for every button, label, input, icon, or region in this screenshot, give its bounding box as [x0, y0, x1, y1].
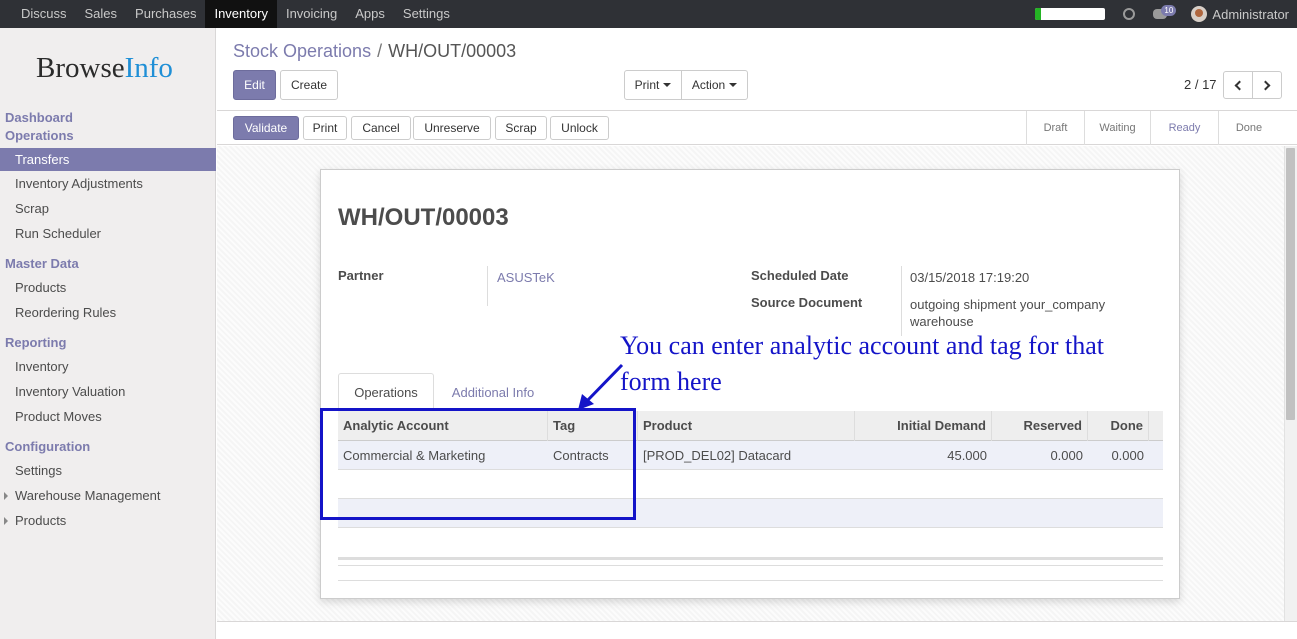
annotation-text: You can enter analytic account and tag f… [620, 328, 1160, 400]
sidebar-head-operations[interactable]: Operations [5, 127, 74, 145]
pager-previous-button[interactable] [1223, 71, 1253, 99]
sidebar-head-master-data[interactable]: Master Data [5, 255, 79, 273]
edit-button[interactable]: Edit [233, 70, 276, 100]
scrollbar-thumb[interactable] [1286, 148, 1295, 420]
avatar[interactable] [1191, 6, 1208, 22]
sidebar-item-product-moves[interactable]: Product Moves [15, 408, 102, 426]
sidebar-item-settings[interactable]: Settings [15, 462, 62, 480]
source-document-field-line1[interactable]: outgoing shipment your_company [910, 296, 1105, 313]
tab-operations[interactable]: Operations [338, 373, 434, 412]
stage-draft: Draft [1027, 111, 1085, 145]
stage-ready: Ready [1151, 111, 1219, 145]
menu-sales[interactable]: Sales [76, 0, 127, 28]
sidebar-item-products[interactable]: Products [15, 279, 66, 297]
user-menu[interactable]: Administrator [1212, 7, 1289, 22]
annotation-highlight-box [320, 408, 636, 520]
scheduled-date-field[interactable]: 03/15/2018 17:19:20 [910, 269, 1029, 286]
chevron-right-icon [1260, 80, 1271, 90]
print-dropdown[interactable]: Print [624, 70, 682, 100]
cell-done[interactable]: 0.000 [1088, 441, 1149, 470]
unreserve-button[interactable]: Unreserve [413, 116, 491, 140]
sidebar-item-inventory-valuation[interactable]: Inventory Valuation [15, 383, 125, 401]
create-button[interactable]: Create [280, 70, 338, 100]
sidebar-item-transfers[interactable]: Transfers [0, 148, 216, 171]
partner-label: Partner [338, 268, 384, 283]
cancel-button[interactable]: Cancel [351, 116, 411, 140]
chat-badge: 10 [1161, 5, 1177, 16]
sidebar-head-reporting[interactable]: Reporting [5, 334, 66, 352]
pager-next-button[interactable] [1252, 71, 1282, 99]
form-statusbar: Validate Print Cancel Unreserve Scrap Un… [217, 111, 1297, 145]
sidebar: BrowseInfo Dashboard Operations Transfer… [0, 28, 216, 639]
breadcrumb-separator: / [377, 41, 383, 61]
print-button[interactable]: Print [303, 116, 347, 140]
breadcrumb-current: WH/OUT/00003 [388, 41, 517, 61]
chatter-area [217, 621, 1297, 639]
tab-additional-info[interactable]: Additional Info [438, 373, 548, 412]
onboarding-progress[interactable] [1035, 8, 1106, 20]
sidebar-item-warehouse-management[interactable]: Warehouse Management [15, 487, 161, 505]
logo: BrowseInfo [36, 52, 173, 84]
cell-product[interactable]: [PROD_DEL02] Datacard [638, 441, 855, 470]
menu-purchases[interactable]: Purchases [126, 0, 205, 28]
clock-icon[interactable] [1123, 8, 1136, 20]
sidebar-item-inventory[interactable]: Inventory [15, 358, 68, 376]
annotation-line1: You can enter analytic account and tag f… [620, 331, 1104, 360]
sidebar-item-config-products[interactable]: Products [15, 512, 66, 530]
caret-down-icon [729, 83, 738, 87]
menu-apps[interactable]: Apps [346, 0, 394, 28]
systray: 10 Administrator [1035, 0, 1289, 28]
validate-button[interactable]: Validate [233, 116, 299, 140]
menu-discuss[interactable]: Discuss [12, 0, 76, 28]
caret-right-icon [4, 492, 8, 500]
app-menu: Discuss Sales Purchases Inventory Invoic… [12, 0, 459, 28]
column-initial-demand[interactable]: Initial Demand [855, 411, 992, 441]
divider [901, 266, 902, 336]
sidebar-item-scrap[interactable]: Scrap [15, 200, 49, 218]
column-product[interactable]: Product [638, 411, 855, 441]
breadcrumb-parent[interactable]: Stock Operations [233, 41, 371, 61]
sidebar-item-inventory-adjustments[interactable]: Inventory Adjustments [15, 175, 143, 193]
sidebar-head-dashboard[interactable]: Dashboard [5, 109, 73, 127]
record-name: WH/OUT/00003 [338, 204, 509, 231]
sidebar-head-configuration[interactable]: Configuration [5, 438, 90, 456]
table-footer [338, 560, 1163, 566]
menu-inventory[interactable]: Inventory [205, 0, 277, 28]
status-stages: Draft Waiting Ready Done [1026, 111, 1279, 145]
menu-settings[interactable]: Settings [394, 0, 459, 28]
stage-done: Done [1235, 122, 1263, 134]
cell-reserved[interactable]: 0.000 [992, 441, 1088, 470]
action-dropdown[interactable]: Action [681, 70, 748, 100]
source-document-label: Source Document [751, 295, 863, 310]
column-reserved[interactable]: Reserved [992, 411, 1088, 441]
unlock-button[interactable]: Unlock [550, 116, 609, 140]
sidebar-item-run-scheduler[interactable]: Run Scheduler [15, 225, 101, 243]
pager-value[interactable]: 2 / 17 [1184, 77, 1217, 92]
annotation-line2: form here [620, 367, 722, 396]
sidebar-item-reordering-rules[interactable]: Reordering Rules [15, 304, 116, 322]
progress-fill [1035, 8, 1042, 20]
breadcrumb: Stock Operations / WH/OUT/00003 [233, 41, 516, 62]
caret-down-icon [663, 83, 672, 87]
scrap-button[interactable]: Scrap [495, 116, 547, 140]
column-done[interactable]: Done [1088, 411, 1149, 441]
cell-initial-demand[interactable]: 45.000 [855, 441, 992, 470]
divider [487, 266, 488, 306]
chat-icon[interactable]: 10 [1153, 5, 1177, 19]
stage-waiting: Waiting [1085, 111, 1151, 145]
caret-right-icon [4, 517, 8, 525]
chevron-left-icon [1234, 80, 1245, 90]
partner-field[interactable]: ASUSTeK [497, 269, 555, 286]
top-navbar: Discuss Sales Purchases Inventory Invoic… [0, 0, 1297, 28]
scheduled-date-label: Scheduled Date [751, 268, 849, 283]
divider [338, 580, 1163, 581]
annotation-arrow-icon [578, 363, 624, 410]
menu-invoicing[interactable]: Invoicing [277, 0, 346, 28]
